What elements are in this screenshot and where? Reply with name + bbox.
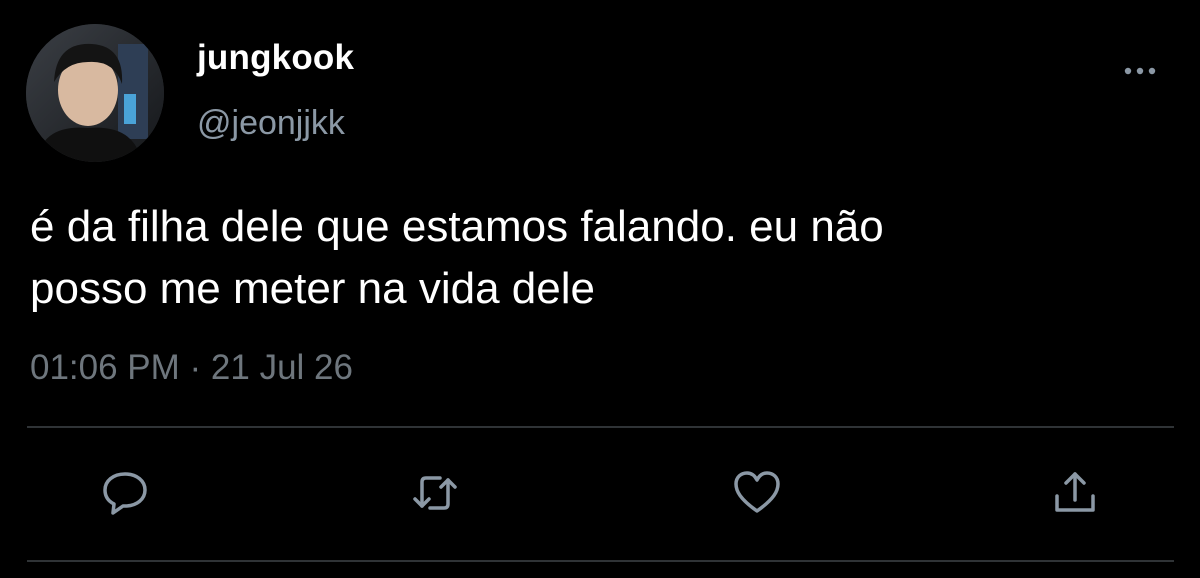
author-handle[interactable]: @jeonjjkk — [197, 104, 345, 143]
tweet-text: é da filha dele que estamos falando. eu … — [30, 196, 1160, 320]
avatar[interactable] — [26, 24, 164, 162]
retweet-button[interactable] — [408, 466, 462, 520]
share-button[interactable] — [1048, 466, 1102, 520]
tweet-text-line: posso me meter na vida dele — [30, 264, 595, 313]
like-button[interactable] — [730, 466, 784, 520]
avatar-image — [26, 24, 164, 162]
divider — [27, 426, 1174, 428]
tweet-timestamp[interactable]: 01:06 PM · 21 Jul 26 — [30, 348, 353, 388]
divider — [27, 560, 1174, 562]
more-options-button[interactable] — [1118, 58, 1164, 84]
tweet-text-line: é da filha dele que estamos falando. eu … — [30, 202, 884, 251]
more-dots-icon — [1124, 67, 1156, 75]
share-upload-icon — [1055, 472, 1095, 512]
heart-icon — [734, 471, 780, 513]
retweet-arrows-icon — [413, 476, 457, 510]
author-display-name[interactable]: jungkook — [197, 38, 354, 78]
reply-bubble-icon — [103, 472, 147, 515]
reply-button[interactable] — [98, 466, 152, 520]
